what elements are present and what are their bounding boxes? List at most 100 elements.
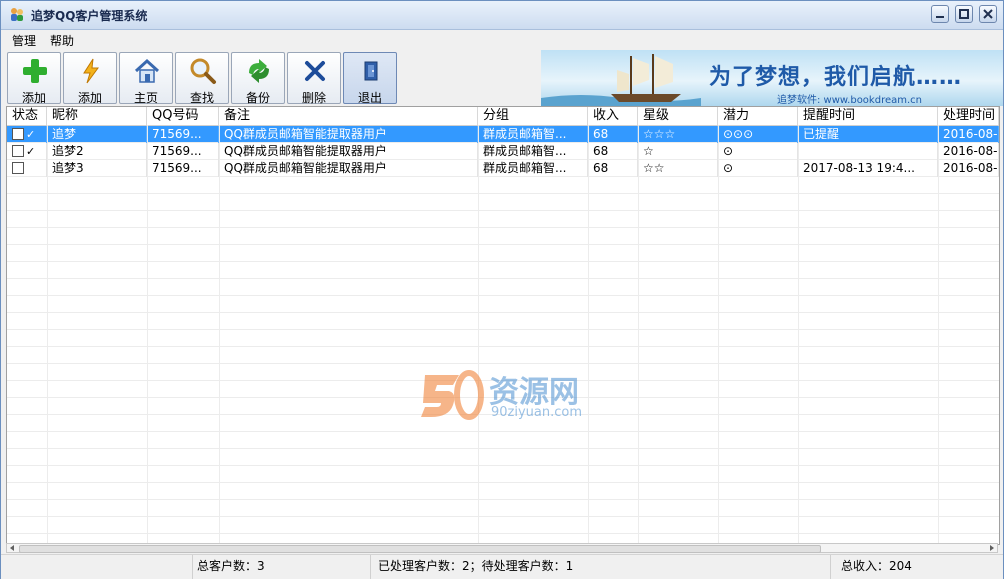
row-income: 68: [588, 160, 638, 177]
window-title: 追梦QQ客户管理系统: [31, 9, 148, 23]
col-handled-time[interactable]: 处理时间: [938, 107, 999, 125]
exit-button-label: 退出: [357, 91, 382, 105]
menu-help[interactable]: 帮助: [50, 32, 74, 49]
empty-grid-row: [7, 347, 999, 364]
exit-button[interactable]: 退出: [343, 52, 397, 105]
scroll-left-icon[interactable]: [8, 544, 16, 552]
row-checkbox[interactable]: [12, 145, 24, 157]
row-handled-time: 2016-08-: [938, 160, 999, 177]
backup-icon: [249, 59, 269, 83]
col-group[interactable]: 分组: [478, 107, 588, 125]
scroll-right-icon[interactable]: [988, 544, 996, 552]
empty-grid-row: [7, 177, 999, 194]
watermark-logo-icon: [421, 370, 484, 420]
grid-column-divider: [718, 125, 719, 544]
status-spacer: [1, 555, 193, 579]
empty-grid-row: [7, 432, 999, 449]
empty-grid-row: [7, 194, 999, 211]
row-handled-time: 2016-08-: [938, 126, 999, 143]
row-nickname: 追梦: [47, 126, 147, 143]
row-nickname: 追梦2: [47, 143, 147, 160]
toolbar: 添加 添加 主页 查找 备份 删除 退出: [1, 50, 541, 106]
row-status: [7, 160, 47, 177]
close-button[interactable]: [979, 5, 997, 23]
menu-bar: 管理 帮助: [1, 30, 1003, 49]
col-qq[interactable]: QQ号码: [147, 107, 219, 125]
status-total-customers: 总客户数：3: [193, 555, 371, 579]
customer-table[interactable]: 状态 昵称 QQ号码 备注 分组 收入 星级 潜力 提醒时间 处理时间 ✓ 追梦…: [6, 106, 1000, 545]
lightning-icon: [83, 58, 99, 84]
row-done-mark: ✓: [26, 145, 36, 158]
watermark: 资源网 90ziyuan.com: [419, 365, 609, 425]
scrollbar-thumb[interactable]: [19, 545, 821, 553]
row-stars: ☆: [638, 143, 718, 160]
minimize-button[interactable]: [931, 5, 949, 23]
maximize-button[interactable]: [955, 5, 973, 23]
status-total-income: 总收入：204: [841, 559, 912, 573]
home-button-label: 主页: [133, 91, 158, 105]
sailing-ship-icon: [541, 54, 701, 106]
banner-slogan: 为了梦想，我们启航……: [709, 65, 963, 90]
col-nickname[interactable]: 昵称: [47, 107, 147, 125]
add-button-label: 添加: [21, 91, 46, 105]
app-users-icon: [11, 8, 23, 21]
empty-grid-row: [7, 296, 999, 313]
col-note[interactable]: 备注: [219, 107, 478, 125]
table-row[interactable]: 追梦3 71569... QQ群成员邮箱智能提取器用户 群成员邮箱智... 68…: [7, 160, 999, 177]
col-status[interactable]: 状态: [7, 107, 47, 125]
maximize-icon: [959, 9, 969, 19]
status-processed: 已处理客户数：2；待处理客户数：1: [371, 555, 831, 579]
horizontal-scrollbar[interactable]: [6, 543, 998, 553]
row-checkbox[interactable]: [12, 162, 24, 174]
title-bar[interactable]: 追梦QQ客户管理系统: [1, 1, 1003, 30]
delete-button[interactable]: 删除: [287, 52, 341, 105]
empty-grid-row: [7, 313, 999, 330]
row-remind-time: [798, 143, 938, 160]
row-note: QQ群成员邮箱智能提取器用户: [219, 143, 478, 160]
col-stars[interactable]: 星级: [638, 107, 718, 125]
grid-column-divider: [638, 125, 639, 544]
row-checkbox[interactable]: [12, 128, 24, 140]
empty-grid-row: [7, 517, 999, 534]
empty-grid-row: [7, 245, 999, 262]
grid-column-divider: [147, 125, 148, 544]
row-stars: ☆☆☆: [638, 126, 718, 143]
menu-manage[interactable]: 管理: [12, 32, 36, 49]
quick-add-button[interactable]: 添加: [63, 52, 117, 105]
close-icon: [983, 9, 993, 19]
plus-icon: [23, 59, 47, 83]
grid-column-divider: [219, 125, 220, 544]
row-group: 群成员邮箱智...: [478, 160, 588, 177]
empty-grid-row: [7, 466, 999, 483]
row-nickname: 追梦3: [47, 160, 147, 177]
table-row[interactable]: ✓ 追梦 71569... QQ群成员邮箱智能提取器用户 群成员邮箱智... 6…: [7, 126, 999, 143]
row-group: 群成员邮箱智...: [478, 143, 588, 160]
app-window: 追梦QQ客户管理系统 管理 帮助 添加 添加 主页 查找 备份 删除 退出 为了…: [0, 0, 1004, 579]
col-income[interactable]: 收入: [588, 107, 638, 125]
empty-grid-row: [7, 500, 999, 517]
table-row[interactable]: ✓ 追梦2 71569... QQ群成员邮箱智能提取器用户 群成员邮箱智... …: [7, 143, 999, 160]
col-remind-time[interactable]: 提醒时间: [798, 107, 938, 125]
quick-add-button-label: 添加: [77, 91, 102, 105]
delete-x-icon: [305, 61, 325, 81]
row-remind-time: 已提醒: [798, 126, 938, 143]
row-handled-time: 2016-08-: [938, 143, 999, 160]
col-potential[interactable]: 潜力: [718, 107, 798, 125]
backup-button[interactable]: 备份: [231, 52, 285, 105]
grid-column-divider: [938, 125, 939, 544]
search-icon: [190, 58, 216, 84]
empty-grid-row: [7, 449, 999, 466]
empty-grid-row: [7, 262, 999, 279]
empty-grid-row: [7, 330, 999, 347]
home-button[interactable]: 主页: [119, 52, 173, 105]
backup-button-label: 备份: [245, 91, 270, 105]
delete-button-label: 删除: [301, 91, 326, 105]
search-button[interactable]: 查找: [175, 52, 229, 105]
add-button[interactable]: 添加: [7, 52, 61, 105]
row-group: 群成员邮箱智...: [478, 126, 588, 143]
row-income: 68: [588, 143, 638, 160]
row-remind-time: 2017-08-13 19:4...: [798, 160, 938, 177]
status-bar: 总客户数：3 已处理客户数：2；待处理客户数：1 总收入：204: [1, 554, 1003, 579]
row-note: QQ群成员邮箱智能提取器用户: [219, 160, 478, 177]
row-done-mark: ✓: [26, 128, 36, 141]
